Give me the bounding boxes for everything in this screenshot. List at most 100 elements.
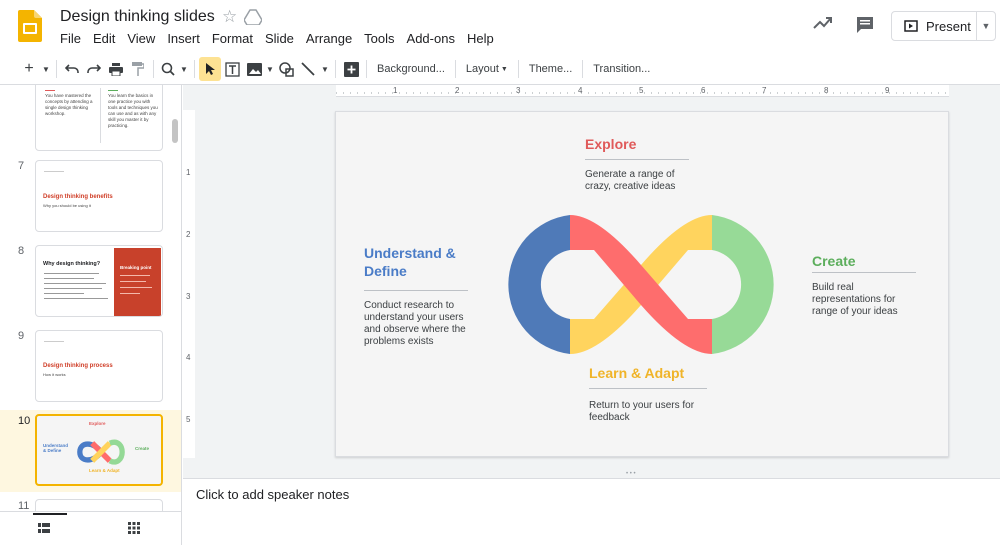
understand-body[interactable]: Conduct research to understand your user… <box>364 300 476 348</box>
understand-title[interactable]: Understand & Define <box>364 244 474 280</box>
understand-divider <box>364 290 468 291</box>
ruler-left-1: 1 <box>186 168 191 177</box>
filmstrip: You have mastered the concepts by attend… <box>0 85 182 545</box>
present-dropdown-icon[interactable]: ▼ <box>977 21 995 31</box>
slide9-subtitle: How it works <box>43 372 66 377</box>
slide-10[interactable]: Explore Generate a range of crazy, creat… <box>335 111 949 457</box>
theme-button[interactable]: Theme... <box>523 57 578 81</box>
create-body[interactable]: Build real representations for range of … <box>812 282 912 318</box>
new-slide-dropdown-icon[interactable]: ▼ <box>40 57 52 81</box>
comment-icon[interactable] <box>856 16 874 34</box>
thumb10-understand: Understand & Define <box>43 443 69 453</box>
create-divider <box>812 272 916 273</box>
menu-tools[interactable]: Tools <box>364 31 394 46</box>
present-icon <box>904 20 918 32</box>
slide-number-7: 7 <box>18 160 25 172</box>
line-icon[interactable] <box>297 57 319 81</box>
slide8-box-title: Breaking point <box>120 265 152 270</box>
ruler-left-3: 3 <box>186 292 191 301</box>
transition-button[interactable]: Transition... <box>587 57 656 81</box>
slide-number-8: 8 <box>18 245 25 257</box>
menu-arrange[interactable]: Arrange <box>306 31 352 46</box>
filmstrip-footer <box>0 511 181 545</box>
ruler-top-2: 2 <box>455 86 460 95</box>
document-title[interactable]: Design thinking slides <box>60 8 215 26</box>
background-button[interactable]: Background... <box>371 57 451 81</box>
ruler-top-1: 1 <box>393 86 398 95</box>
explore-divider <box>585 159 689 160</box>
line-dropdown-icon[interactable]: ▼ <box>319 57 331 81</box>
slide-thumbnail-10[interactable]: Explore Understand & Define Create Learn… <box>35 414 163 486</box>
image-icon[interactable] <box>243 57 265 81</box>
ruler-top-5: 5 <box>639 86 644 95</box>
slides-logo-icon[interactable] <box>18 10 42 42</box>
zoom-dropdown-icon[interactable]: ▼ <box>178 57 190 81</box>
horizontal-ruler[interactable]: 1 2 3 4 5 6 7 8 9 <box>336 85 949 97</box>
zoom-icon[interactable] <box>158 57 178 81</box>
create-title[interactable]: Create <box>812 253 856 269</box>
speaker-notes-placeholder[interactable]: Click to add speaker notes <box>196 487 349 502</box>
thumb10-create: Create <box>135 446 150 451</box>
infinity-loop-icon[interactable] <box>498 215 784 354</box>
menu-addons[interactable]: Add-ons <box>407 31 455 46</box>
toolbar: + ▼ ▼ ▼ ▼ Background... Layout ▼ Theme...… <box>18 57 1000 81</box>
activity-trend-icon[interactable] <box>813 16 833 30</box>
comment-add-icon[interactable] <box>340 57 362 81</box>
menu-insert[interactable]: Insert <box>167 31 200 46</box>
explore-body[interactable]: Generate a range of crazy, creative idea… <box>585 169 695 193</box>
paint-format-icon[interactable] <box>127 57 149 81</box>
print-icon[interactable] <box>105 57 127 81</box>
menu-bar: File Edit View Insert Format Slide Arran… <box>60 31 506 46</box>
menu-edit[interactable]: Edit <box>93 31 115 46</box>
menu-view[interactable]: View <box>127 31 155 46</box>
slide7-subtitle: Why you should be using it <box>43 203 91 208</box>
ruler-top-9: 9 <box>885 86 890 95</box>
ruler-left-5: 5 <box>186 415 191 424</box>
move-to-drive-icon[interactable] <box>244 9 262 25</box>
redo-icon[interactable] <box>83 57 105 81</box>
thumb10-explore: Explore <box>89 421 106 426</box>
slide-thumbnail-7[interactable]: Design thinking benefits Why you should … <box>35 160 163 232</box>
filmstrip-view-icon[interactable] <box>38 523 50 533</box>
thumb10-infinity-icon <box>77 439 125 465</box>
slide7-title: Design thinking benefits <box>43 194 113 200</box>
thumb10-learn: Learn & Adapt <box>89 468 120 473</box>
slide8-title: Why design thinking? <box>43 261 101 267</box>
undo-icon[interactable] <box>61 57 83 81</box>
ruler-top-3: 3 <box>516 86 521 95</box>
filmstrip-scrollbar[interactable] <box>172 119 178 143</box>
menu-help[interactable]: Help <box>467 31 494 46</box>
learn-body[interactable]: Return to your users for feedback <box>589 400 709 424</box>
image-dropdown-icon[interactable]: ▼ <box>265 57 275 81</box>
ruler-left-4: 4 <box>186 353 191 362</box>
learn-title[interactable]: Learn & Adapt <box>589 365 684 381</box>
slide-thumbnail-8[interactable]: Why design thinking? Breaking point <box>35 245 163 317</box>
ruler-top-6: 6 <box>701 86 706 95</box>
ruler-top-4: 4 <box>578 86 583 95</box>
menu-format[interactable]: Format <box>212 31 253 46</box>
slide9-title: Design thinking process <box>43 363 113 369</box>
slide-number-9: 9 <box>18 330 25 342</box>
shape-icon[interactable] <box>275 57 297 81</box>
grid-view-icon[interactable] <box>128 522 140 534</box>
present-label: Present <box>926 18 971 34</box>
new-slide-icon[interactable]: + <box>18 57 40 81</box>
layout-label: Layout <box>465 63 499 75</box>
slide-thumbnail-9[interactable]: Design thinking process How it works <box>35 330 163 402</box>
star-icon[interactable]: ☆ <box>222 7 237 27</box>
slide-number-10: 10 <box>18 415 31 427</box>
slides-app: Design thinking slides ☆ File Edit View … <box>0 0 1000 545</box>
select-tool-icon[interactable] <box>199 57 221 81</box>
ruler-top-7: 7 <box>762 86 767 95</box>
slide6-col1: You have mastered the concepts by attend… <box>45 93 93 116</box>
slide6-col2: You learn the basics in one practice you… <box>108 93 158 128</box>
text-box-icon[interactable] <box>221 57 243 81</box>
present-button[interactable]: Present ▼ <box>891 11 996 41</box>
slide-thumbnail-6[interactable]: You have mastered the concepts by attend… <box>35 85 163 151</box>
vertical-ruler[interactable]: 1 2 3 4 5 <box>183 110 195 458</box>
layout-button[interactable]: Layout ▼ <box>460 57 514 81</box>
menu-file[interactable]: File <box>60 31 81 46</box>
resize-handle-icon[interactable]: • • • <box>626 471 636 477</box>
explore-title[interactable]: Explore <box>585 136 636 152</box>
menu-slide[interactable]: Slide <box>265 31 294 46</box>
